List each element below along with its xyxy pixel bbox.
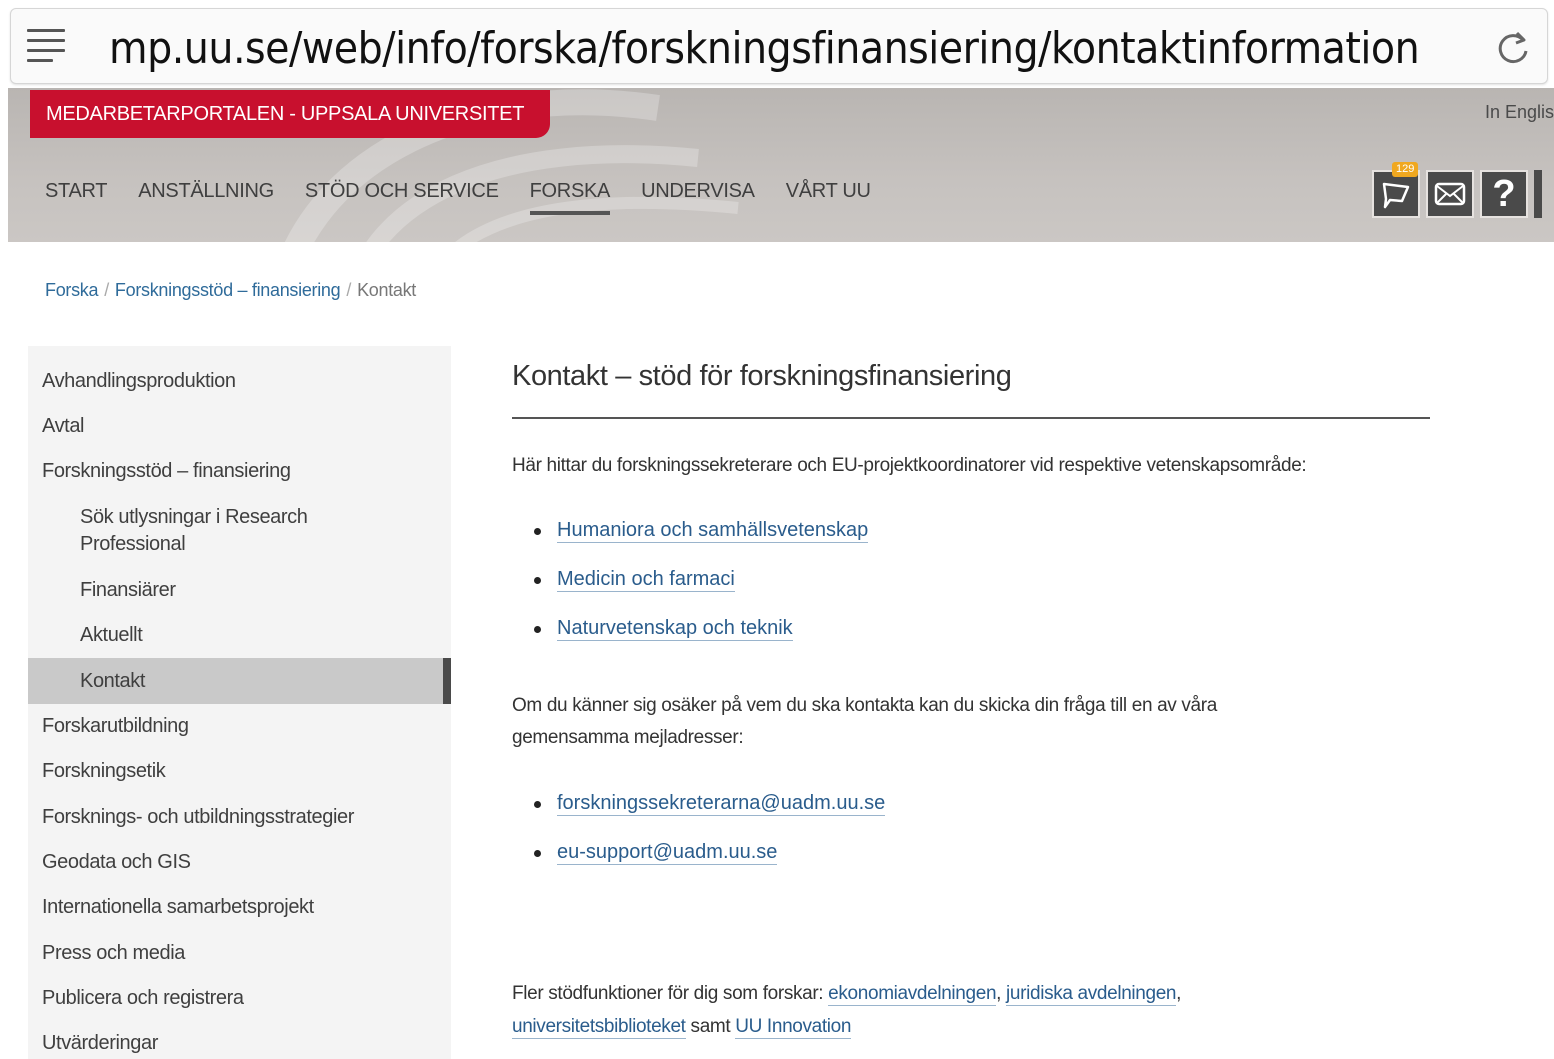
mail-button[interactable] bbox=[1426, 170, 1474, 218]
link-juridiska-avdelningen[interactable]: juridiska avdelningen bbox=[1006, 983, 1177, 1006]
list-item: Medicin och farmaci bbox=[533, 564, 868, 613]
more-support-text-2: universitetsbiblioteket samt UU Innovati… bbox=[512, 1011, 851, 1043]
sidebar: Avhandlingsproduktion Avtal Forskningsst… bbox=[28, 346, 451, 1059]
intro-text: Här hittar du forskningssekreterare och … bbox=[512, 455, 1307, 476]
link-naturvetenskap[interactable]: Naturvetenskap och teknik bbox=[557, 617, 793, 641]
sidebar-item-avhandlingsproduktion[interactable]: Avhandlingsproduktion bbox=[28, 368, 451, 395]
question-icon: ? bbox=[1492, 172, 1516, 215]
sidebar-item-press[interactable]: Press och media bbox=[28, 940, 451, 967]
breadcrumb-forskningsstod[interactable]: Forskningsstöd – finansiering bbox=[115, 280, 341, 300]
nav-forska[interactable]: FORSKA bbox=[529, 180, 611, 215]
menu-icon[interactable] bbox=[27, 29, 67, 65]
header-tool-edge bbox=[1534, 170, 1542, 218]
breadcrumb-current: Kontakt bbox=[357, 280, 417, 300]
main-nav: START ANSTÄLLNING STÖD OCH SERVICE FORSK… bbox=[45, 180, 902, 215]
link-ekonomiavdelningen[interactable]: ekonomiavdelningen bbox=[828, 983, 997, 1006]
sidebar-item-publicera[interactable]: Publicera och registrera bbox=[28, 985, 451, 1012]
email-forskningssekreterarna[interactable]: forskningssekreterarna@uadm.uu.se bbox=[557, 792, 886, 816]
help-button[interactable]: ? bbox=[1480, 170, 1528, 218]
link-uu-innovation[interactable]: UU Innovation bbox=[735, 1016, 851, 1039]
nav-start[interactable]: START bbox=[45, 180, 108, 209]
nav-vart-uu[interactable]: VÅRT UU bbox=[786, 180, 871, 209]
list-item: Naturvetenskap och teknik bbox=[533, 613, 868, 662]
more-support-text: Fler stödfunktioner för dig som forskar:… bbox=[512, 978, 1181, 1010]
breadcrumb-forska[interactable]: Forska bbox=[45, 280, 99, 300]
header-tools: 129 ? bbox=[1372, 162, 1542, 218]
link-humaniora[interactable]: Humaniora och samhällsvetenskap bbox=[557, 519, 869, 543]
notifications-button[interactable]: 129 bbox=[1372, 162, 1420, 218]
sidebar-item-forskningsstod[interactable]: Forskningsstöd – finansiering bbox=[28, 458, 451, 485]
reload-icon[interactable] bbox=[1493, 27, 1533, 67]
sidebar-item-forskningsetik[interactable]: Forskningsetik bbox=[28, 758, 451, 785]
unsure-text-2: gemensamma mejladresser: bbox=[512, 727, 744, 748]
main-content: Kontakt – stöd för forskningsfinansierin… bbox=[512, 360, 1430, 1039]
more-support-prefix: Fler stödfunktioner för dig som forskar: bbox=[512, 983, 829, 1004]
nav-stod-och-service[interactable]: STÖD OCH SERVICE bbox=[305, 180, 499, 209]
list-item: Humaniora och samhällsvetenskap bbox=[533, 515, 869, 564]
breadcrumb: Forska / Forskningsstöd – finansiering / Kon… bbox=[45, 280, 416, 301]
sidebar-item-geodata[interactable]: Geodata och GIS bbox=[28, 849, 451, 876]
page-title: Kontakt – stöd för forskningsfinansierin… bbox=[512, 360, 1012, 392]
mail-icon bbox=[1434, 182, 1466, 206]
language-link[interactable]: In Englis bbox=[1485, 102, 1554, 123]
email-eu-support[interactable]: eu-support@uadm.uu.se bbox=[557, 841, 778, 865]
breadcrumb-separator: / bbox=[346, 280, 352, 300]
sidebar-item-avtal[interactable]: Avtal bbox=[28, 413, 451, 440]
link-medicin[interactable]: Medicin och farmaci bbox=[557, 568, 735, 592]
nav-undervisa[interactable]: UNDERVISA bbox=[641, 180, 755, 209]
portal-brand[interactable]: MEDARBETARPORTALEN - UPPSALA UNIVERSITET bbox=[30, 90, 551, 138]
and-text: samt bbox=[685, 1016, 736, 1037]
sidebar-item-strategier[interactable]: Forsknings- och utbildningsstrategier bbox=[28, 804, 451, 831]
chat-icon bbox=[1382, 182, 1410, 209]
link-universitetsbiblioteket[interactable]: universitetsbiblioteket bbox=[512, 1016, 686, 1039]
sidebar-item-research-professional[interactable]: Sök utlysningar i Research Professional bbox=[28, 504, 378, 558]
sidebar-item-forskarutbildning[interactable]: Forskarutbildning bbox=[28, 713, 451, 740]
area-list: Humaniora och samhällsvetenskap Medicin … bbox=[533, 515, 869, 662]
title-divider bbox=[512, 417, 1430, 419]
unsure-text-1: Om du känner sig osäker på vem du ska ko… bbox=[512, 695, 1217, 716]
site-header: MEDARBETARPORTALEN - UPPSALA UNIVERSITET… bbox=[8, 88, 1554, 242]
list-item: eu-support@uadm.uu.se bbox=[533, 837, 885, 886]
notification-badge: 129 bbox=[1392, 162, 1419, 177]
comma: , bbox=[996, 983, 1002, 1004]
sidebar-item-finansiarer[interactable]: Finansiärer bbox=[28, 577, 451, 604]
nav-anstallning[interactable]: ANSTÄLLNING bbox=[138, 180, 274, 209]
email-list: forskningssekreterarna@uadm.uu.se eu-sup… bbox=[533, 788, 886, 886]
sidebar-item-aktuellt[interactable]: Aktuellt bbox=[28, 622, 451, 649]
address-bar[interactable]: mp.uu.se/web/info/forska/forskningsfinan… bbox=[10, 8, 1548, 84]
sidebar-item-kontakt[interactable]: Kontakt bbox=[28, 658, 451, 704]
url-text[interactable]: mp.uu.se/web/info/forska/forskningsfinan… bbox=[109, 23, 1420, 74]
breadcrumb-separator: / bbox=[104, 280, 109, 300]
list-item: forskningssekreterarna@uadm.uu.se bbox=[533, 788, 886, 837]
sidebar-item-internationella[interactable]: Internationella samarbetsprojekt bbox=[28, 894, 451, 921]
sidebar-item-utvarderingar[interactable]: Utvärderingar bbox=[28, 1030, 451, 1057]
comma: , bbox=[1176, 983, 1182, 1004]
